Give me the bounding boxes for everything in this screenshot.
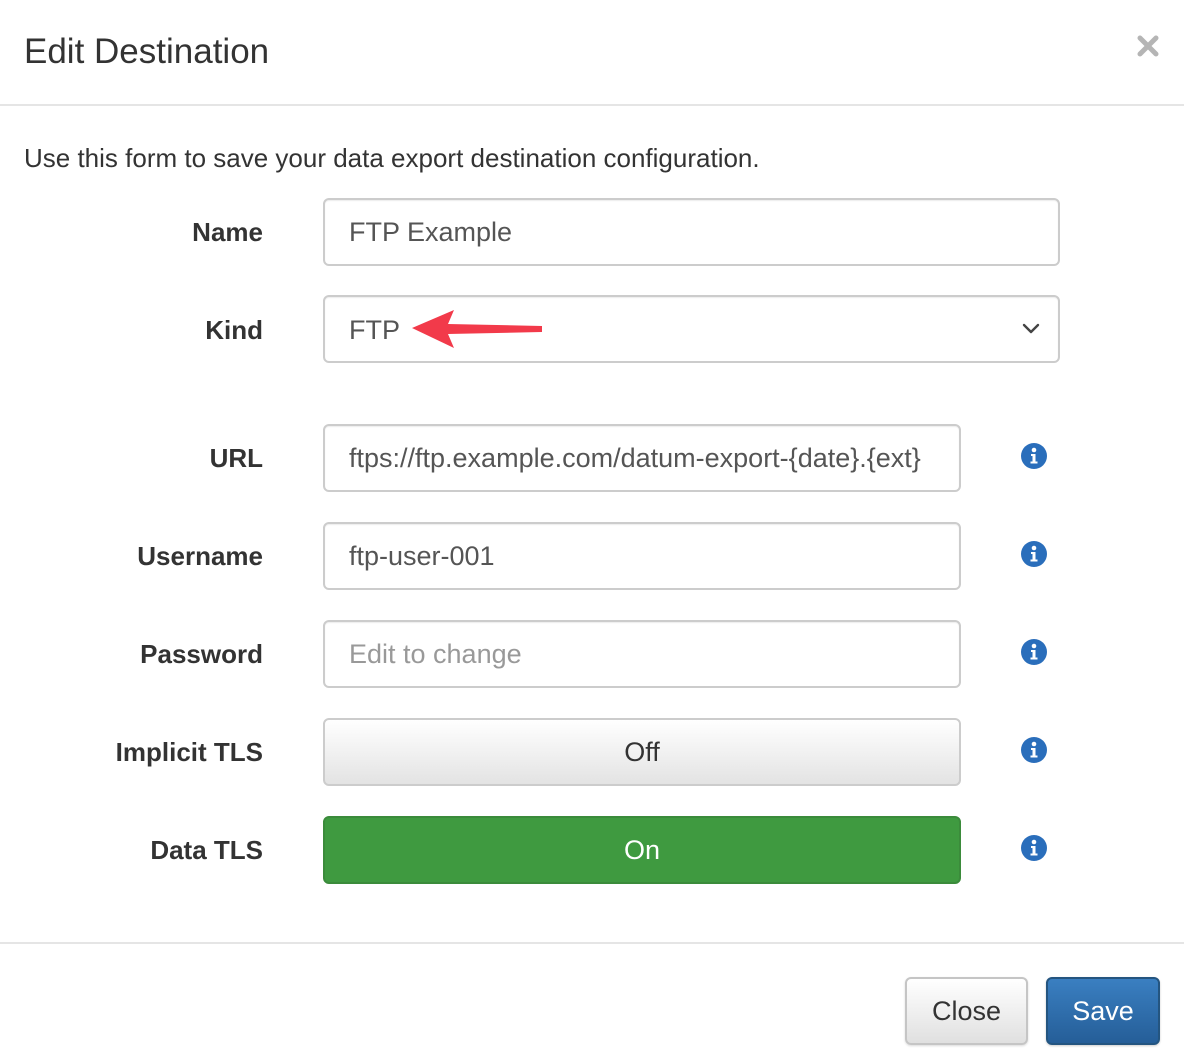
- chevron-down-icon: [1022, 323, 1040, 334]
- info-icon[interactable]: [1020, 736, 1048, 764]
- kind-select-value: FTP: [349, 315, 400, 345]
- arrow-left-annotation: [412, 310, 542, 348]
- dialog-title: Edit Destination: [24, 32, 270, 71]
- url-input[interactable]: [323, 424, 961, 492]
- kind-label: Kind: [205, 315, 263, 345]
- save-button[interactable]: Save: [1046, 977, 1160, 1045]
- dialog-intro-text: Use this form to save your data export d…: [24, 143, 760, 173]
- implicit-tls-label: Implicit TLS: [115, 737, 263, 767]
- data-tls-label: Data TLS: [150, 835, 263, 865]
- close-button[interactable]: Close: [905, 977, 1028, 1045]
- close-icon[interactable]: [1132, 30, 1164, 62]
- password-label: Password: [140, 639, 263, 669]
- dialog-header: Edit Destination: [0, 0, 1184, 106]
- info-icon[interactable]: [1020, 638, 1048, 666]
- username-input[interactable]: [323, 522, 961, 590]
- implicit-tls-toggle[interactable]: Off: [323, 718, 961, 786]
- url-label: URL: [209, 443, 263, 473]
- info-icon[interactable]: [1020, 442, 1048, 470]
- password-input[interactable]: [323, 620, 961, 688]
- dialog-footer: Close Save: [0, 942, 1184, 1064]
- data-tls-toggle[interactable]: On: [323, 816, 961, 884]
- info-icon[interactable]: [1020, 540, 1048, 568]
- edit-destination-dialog: Edit Destination Use this form to save y…: [0, 0, 1184, 1064]
- name-input[interactable]: [323, 198, 1060, 266]
- info-icon[interactable]: [1020, 834, 1048, 862]
- username-label: Username: [137, 541, 263, 571]
- name-label: Name: [192, 217, 263, 247]
